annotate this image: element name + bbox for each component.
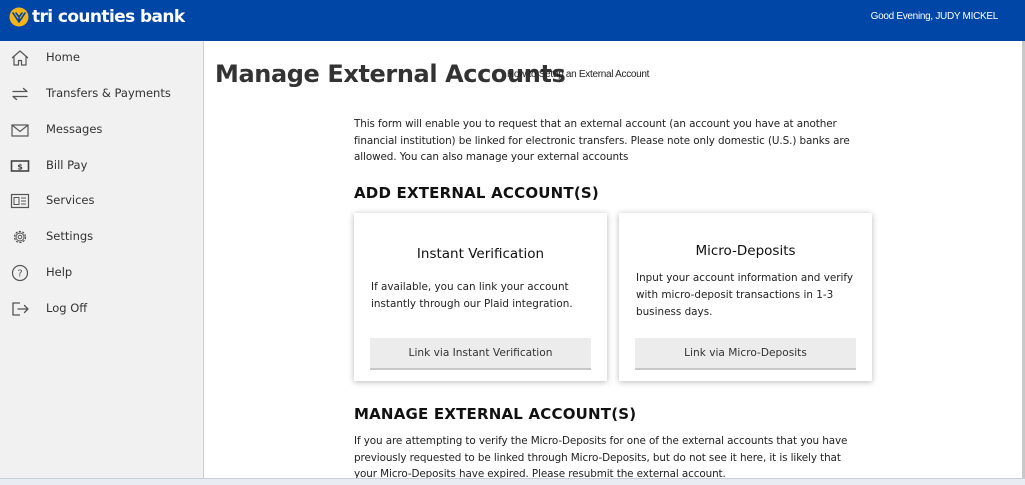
log-off-icon (12, 302, 29, 316)
sidebar-item-messages[interactable]: Messages (0, 113, 203, 147)
sidebar-item-services[interactable]: Services (0, 184, 203, 218)
sidebar-item-label: Log Off (46, 301, 88, 315)
add-accounts-heading: ADD EXTERNAL ACCOUNT(S) (354, 184, 599, 202)
card-title: Instant Verification (416, 246, 545, 262)
envelope-icon (11, 124, 29, 137)
tri-counties-logo-icon (9, 7, 29, 27)
link-instant-verification-button[interactable]: Link via Instant Verification (370, 338, 591, 370)
user-greeting: Good Evening, JUDY MICKEL (870, 11, 999, 22)
question-circle-icon: ? (11, 264, 29, 282)
instant-verification-card: Instant Verification If available, you c… (354, 213, 607, 381)
gear-icon (13, 230, 27, 244)
home-icon (11, 50, 29, 66)
services-icon (10, 193, 30, 209)
card-description: Input your account information and verif… (636, 272, 854, 318)
svg-text:$: $ (17, 163, 23, 172)
sidebar-item-label: Services (46, 193, 95, 207)
card-title: Micro-Deposits (695, 243, 796, 259)
sidebar-item-log-off[interactable]: Log Off (0, 292, 203, 326)
bank-logo[interactable]: tri counties bank (9, 6, 185, 28)
link-micro-deposits-button[interactable]: Link via Micro-Deposits (635, 338, 856, 370)
card-description: If available, you can link your account … (371, 281, 573, 310)
sidebar-item-label: Settings (46, 229, 94, 243)
brand-name: tri counties bank (32, 7, 185, 27)
sidebar-item-home[interactable]: Home (0, 41, 203, 75)
transfer-arrows-icon (12, 87, 28, 101)
sidebar-nav: Home Transfers & Payments Messages $ Bil… (0, 41, 204, 485)
sidebar-item-label: Help (46, 265, 73, 279)
intro-text: This form will enable you to request tha… (354, 118, 850, 163)
dollar-bill-icon: $ (10, 160, 30, 172)
sidebar-item-bill-pay[interactable]: $ Bill Pay (0, 149, 203, 183)
micro-deposits-card: Micro-Deposits Input your account inform… (619, 213, 872, 381)
bottom-edge (0, 478, 1025, 485)
sidebar-item-label: Transfers & Payments (46, 86, 171, 100)
sidebar-item-transfers-payments[interactable]: Transfers & Payments (0, 77, 203, 111)
sidebar-item-label: Home (46, 50, 80, 64)
manage-accounts-heading: MANAGE EXTERNAL ACCOUNT(S) (354, 405, 637, 423)
sidebar-item-settings[interactable]: Settings (0, 220, 203, 254)
svg-text:?: ? (17, 269, 22, 280)
manage-accounts-text: If you are attempting to verify the Micr… (354, 435, 848, 478)
main-content: Manage External Accounts How to Setup an… (205, 41, 1022, 478)
sidebar-item-label: Bill Pay (46, 158, 88, 172)
top-header-bar: tri counties bank Good Evening, JUDY MIC… (0, 0, 1025, 41)
sidebar-item-label: Messages (46, 122, 103, 136)
sidebar-item-help[interactable]: ? Help (0, 256, 203, 290)
setup-help-link[interactable]: How to Setup an External Account (507, 69, 649, 80)
